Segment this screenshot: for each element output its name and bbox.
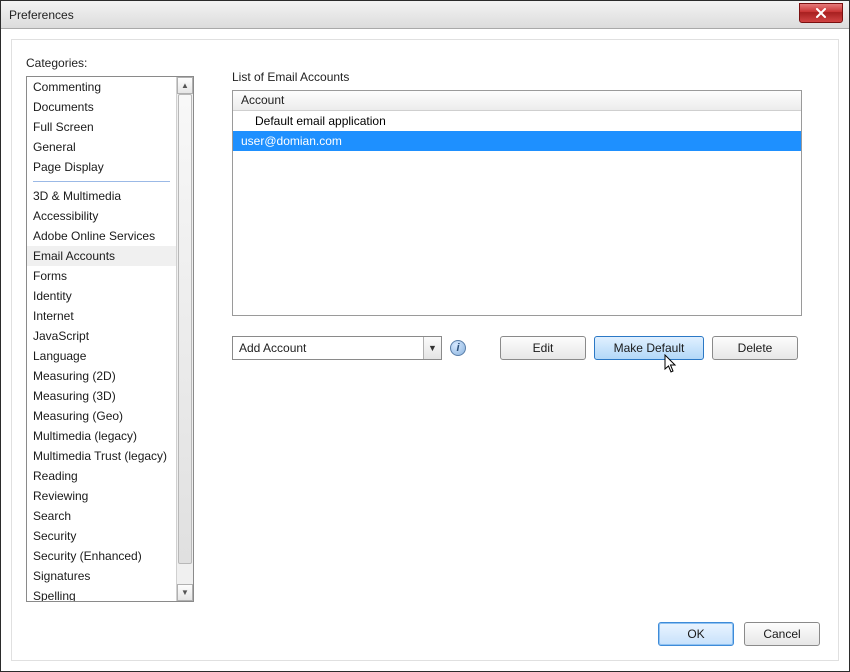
category-item[interactable]: JavaScript: [27, 326, 176, 346]
dialog-footer: OK Cancel: [658, 622, 820, 646]
category-item[interactable]: Full Screen: [27, 117, 176, 137]
category-item[interactable]: Page Display: [27, 157, 176, 177]
category-item[interactable]: Security (Enhanced): [27, 546, 176, 566]
cancel-button[interactable]: Cancel: [744, 622, 820, 646]
category-item[interactable]: General: [27, 137, 176, 157]
category-item[interactable]: Multimedia Trust (legacy): [27, 446, 176, 466]
preferences-window: Preferences Categories: CommentingDocume…: [0, 0, 850, 672]
category-item[interactable]: Documents: [27, 97, 176, 117]
chevron-down-icon: ▼: [423, 337, 441, 359]
category-item[interactable]: Security: [27, 526, 176, 546]
category-item[interactable]: Spelling: [27, 586, 176, 601]
category-item[interactable]: Accessibility: [27, 206, 176, 226]
category-item[interactable]: Reading: [27, 466, 176, 486]
category-item[interactable]: Forms: [27, 266, 176, 286]
window-title: Preferences: [9, 8, 74, 22]
account-row[interactable]: user@domian.com: [233, 131, 801, 151]
category-item[interactable]: Search: [27, 506, 176, 526]
add-account-label: Add Account: [233, 341, 423, 355]
category-item[interactable]: Identity: [27, 286, 176, 306]
category-item[interactable]: Measuring (Geo): [27, 406, 176, 426]
category-item[interactable]: Measuring (2D): [27, 366, 176, 386]
categories-scrollbar[interactable]: ▲ ▼: [176, 77, 193, 601]
edit-button[interactable]: Edit: [500, 336, 586, 360]
category-item[interactable]: 3D & Multimedia: [27, 186, 176, 206]
account-row[interactable]: Default email application: [233, 111, 801, 131]
accounts-toolbar: Add Account ▼ i Edit Make Default Delete: [232, 334, 802, 362]
add-account-dropdown[interactable]: Add Account ▼: [232, 336, 442, 360]
category-item[interactable]: Adobe Online Services: [27, 226, 176, 246]
scroll-track[interactable]: [177, 94, 193, 584]
info-icon[interactable]: i: [450, 340, 466, 356]
category-separator: [33, 181, 170, 182]
scroll-thumb[interactable]: [178, 94, 192, 564]
scroll-down-button[interactable]: ▼: [177, 584, 193, 601]
category-item[interactable]: Signatures: [27, 566, 176, 586]
category-item[interactable]: Email Accounts: [27, 246, 176, 266]
make-default-button[interactable]: Make Default: [594, 336, 704, 360]
panel-title: List of Email Accounts: [232, 70, 349, 84]
ok-button[interactable]: OK: [658, 622, 734, 646]
window-close-button[interactable]: [799, 3, 843, 23]
accounts-column-header[interactable]: Account: [233, 91, 801, 111]
category-item[interactable]: Multimedia (legacy): [27, 426, 176, 446]
titlebar: Preferences: [1, 1, 849, 29]
category-item[interactable]: Commenting: [27, 77, 176, 97]
category-item[interactable]: Language: [27, 346, 176, 366]
category-item[interactable]: Reviewing: [27, 486, 176, 506]
client-area: Categories: CommentingDocumentsFull Scre…: [11, 39, 839, 661]
category-item[interactable]: Measuring (3D): [27, 386, 176, 406]
scroll-up-button[interactable]: ▲: [177, 77, 193, 94]
delete-button[interactable]: Delete: [712, 336, 798, 360]
close-icon: [815, 8, 827, 18]
category-item[interactable]: Internet: [27, 306, 176, 326]
categories-listbox[interactable]: CommentingDocumentsFull ScreenGeneralPag…: [26, 76, 194, 602]
categories-label: Categories:: [26, 56, 87, 70]
accounts-list[interactable]: Account Default email applicationuser@do…: [232, 90, 802, 316]
